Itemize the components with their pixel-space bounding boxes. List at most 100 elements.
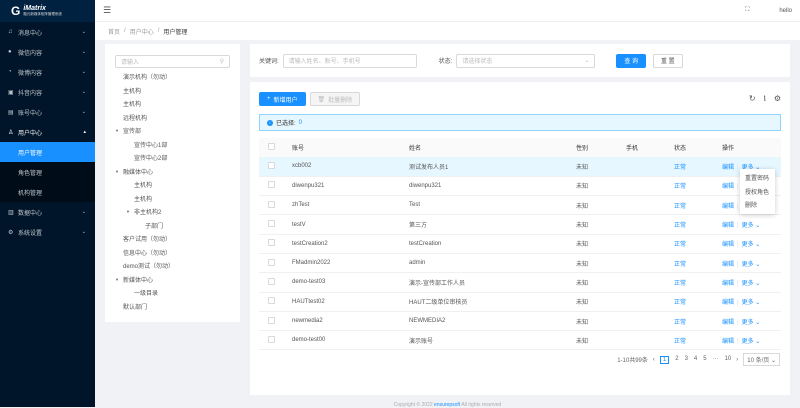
tree-node[interactable]: 远程机构	[115, 111, 230, 125]
more-link[interactable]: 更多 ⌄	[742, 262, 761, 268]
tree-search-input[interactable]: 请输入 ⚲	[115, 55, 230, 68]
user-name[interactable]: hello	[779, 8, 792, 14]
tree-node[interactable]: ▼ 宣传部	[115, 124, 230, 138]
tree-node[interactable]: 客户试用（勿动）	[115, 232, 230, 246]
batch-delete-button[interactable]: 🗑 批量删除	[309, 92, 361, 106]
sidebar-item[interactable]: ▥ 数据中心 ⌄	[0, 202, 95, 222]
sidebar-item[interactable]: ● 微信内容 ⌄	[0, 42, 95, 62]
page-item[interactable]: ···	[713, 356, 719, 364]
caret-down-icon[interactable]: ▼	[126, 209, 134, 214]
tree-node[interactable]: ▼ 非主机构2	[115, 205, 230, 219]
tree-node[interactable]: 宣传中心1部	[115, 138, 230, 152]
breadcrumb-home[interactable]: 首页	[108, 27, 120, 36]
fullscreen-icon[interactable]: ⛶	[745, 7, 749, 14]
page-item[interactable]: 1	[659, 355, 670, 364]
page-item[interactable]: 4	[694, 356, 697, 364]
sidebar-subitem[interactable]: 用户管理	[0, 142, 95, 162]
tree-node[interactable]: 信息中心（勿动）	[115, 246, 230, 260]
row-checkbox[interactable]	[268, 297, 275, 305]
edit-link[interactable]: 编辑	[722, 339, 734, 345]
table-row[interactable]: demo-test00 演示账号 未知 正常 编辑 | 更多 ⌄	[259, 330, 781, 351]
row-checkbox[interactable]	[268, 258, 275, 266]
sidebar-item[interactable]: ⚙ 系统设置 ⌄	[0, 222, 95, 242]
more-link[interactable]: 更多 ⌄	[742, 339, 761, 345]
table-row[interactable]: testCreation2 testCreation 未知 正常 编辑 | 更多 ⌄	[259, 234, 781, 254]
table-row[interactable]: newmedia2 NEWMEDIA2 未知 正常 编辑 | 更多 ⌄	[259, 311, 781, 332]
more-link[interactable]: 更多 ⌄	[742, 223, 761, 229]
delete-item[interactable]: 删除	[740, 198, 775, 212]
tree-node[interactable]: 主机构	[115, 192, 230, 206]
edit-link[interactable]: 编辑	[722, 281, 734, 287]
tree-node[interactable]: 宣传中心2部	[115, 151, 230, 165]
row-checkbox[interactable]	[268, 277, 275, 285]
breadcrumb-user-center[interactable]: 用户中心	[130, 27, 154, 36]
page-item[interactable]: 2	[675, 356, 678, 364]
refresh-icon[interactable]: ↻	[749, 94, 756, 104]
more-link[interactable]: 更多 ⌄	[742, 242, 761, 248]
tree-node[interactable]: 子部门	[115, 219, 230, 233]
table-row[interactable]: xcb002 测试发布人员1 未知 正常 编辑 | 更多 ⌄	[259, 157, 781, 177]
edit-link[interactable]: 编辑	[722, 223, 734, 229]
reset-password-item[interactable]: 重置密码	[740, 171, 775, 185]
sidebar-subitem[interactable]: 角色管理	[0, 162, 95, 182]
select-all-checkbox[interactable]	[268, 143, 275, 150]
add-user-button[interactable]: + 新增用户	[259, 92, 306, 106]
row-checkbox[interactable]	[268, 316, 275, 324]
caret-down-icon[interactable]: ▼	[115, 128, 123, 133]
page-size-select[interactable]: 10 条/页 ⌄	[743, 353, 780, 366]
caret-down-icon[interactable]: ▼	[115, 169, 123, 174]
footer-link[interactable]: ensurepsoft	[434, 402, 460, 408]
edit-link[interactable]: 编辑	[722, 300, 734, 306]
edit-link[interactable]: 编辑	[722, 165, 734, 171]
sidebar-item[interactable]: ◔ 微博内容 ⌄	[0, 62, 95, 82]
reset-button[interactable]: 重 置	[653, 53, 683, 68]
edit-link[interactable]: 编辑	[722, 242, 734, 248]
table-row[interactable]: diwenpu321diwenpu321未知正常编辑|更多 ⌄	[259, 176, 781, 197]
page-item[interactable]: 10	[725, 356, 732, 364]
row-checkbox[interactable]	[268, 335, 275, 343]
tree-node[interactable]: 主机构	[115, 97, 230, 111]
caret-down-icon[interactable]: ▼	[115, 277, 123, 282]
row-checkbox[interactable]	[268, 161, 275, 169]
settings-icon[interactable]: ⚙	[774, 94, 781, 104]
row-checkbox[interactable]	[268, 200, 275, 208]
prev-page-icon[interactable]: ‹	[653, 357, 655, 363]
tree-node[interactable]: 主机构	[115, 178, 230, 192]
page-item[interactable]: 3	[685, 356, 688, 364]
tree-node[interactable]: ▼ 新媒体中心	[115, 273, 230, 287]
tree-node[interactable]: 演示机构（勿动）	[115, 70, 230, 84]
column-height-icon[interactable]: Ⲓ	[764, 94, 766, 104]
table-row[interactable]: HAUTtest02 HAUT二级单位审核员 未知 正常 编辑 | 更多 ⌄	[259, 292, 781, 312]
tree-node[interactable]: 一级目录	[115, 286, 230, 300]
sidebar-item[interactable]: ▤ 账号中心 ⌄	[0, 102, 95, 122]
sidebar-item[interactable]: ▣ 抖音内容 ⌄	[0, 82, 95, 102]
menu-fold-icon[interactable]: ☰	[103, 5, 111, 16]
row-checkbox[interactable]	[268, 181, 275, 189]
row-checkbox[interactable]	[268, 220, 275, 228]
sidebar-item[interactable]: ♫ 消息中心 ⌄	[0, 22, 95, 42]
table-row[interactable]: zhTestTest未知正常编辑|更多 ⌄	[259, 195, 781, 216]
more-link[interactable]: 更多 ⌄	[742, 320, 761, 326]
search-icon[interactable]: ⚲	[220, 58, 224, 65]
tree-node[interactable]: ▼ 融媒体中心	[115, 165, 230, 179]
status-select[interactable]: 请选择状态 ⌄	[456, 53, 596, 68]
query-button[interactable]: 查 询	[616, 53, 647, 68]
keyword-input[interactable]: 请输入姓名、账号、手机号	[282, 53, 417, 68]
table-row[interactable]: testV 第三方 未知 正常 编辑 | 更多 ⌄	[259, 214, 781, 235]
tree-node[interactable]: 主机构	[115, 84, 230, 98]
more-link[interactable]: 更多 ⌄	[742, 281, 761, 287]
table-row[interactable]: demo-test03 演示-宣传部工作人员 未知 正常 编辑 | 更多 ⌄	[259, 272, 781, 293]
sidebar-subitem[interactable]: 机构管理	[0, 182, 95, 202]
edit-link[interactable]: 编辑	[722, 320, 734, 326]
sidebar-item[interactable]: ♙ 用户中心 ▴	[0, 122, 95, 142]
next-page-icon[interactable]: ›	[736, 357, 738, 363]
tree-node[interactable]: 默认部门	[115, 300, 230, 314]
edit-link[interactable]: 编辑	[722, 262, 734, 268]
assign-role-item[interactable]: 授权角色	[740, 185, 775, 199]
tree-node[interactable]: demo测试（勿动）	[115, 259, 230, 273]
edit-link[interactable]: 编辑	[722, 204, 734, 210]
row-checkbox[interactable]	[268, 239, 275, 247]
table-row[interactable]: FMadmin2022 admin 未知 正常 编辑 | 更多 ⌄	[259, 253, 781, 274]
page-item[interactable]: 5	[703, 356, 706, 364]
more-link[interactable]: 更多 ⌄	[742, 300, 761, 306]
